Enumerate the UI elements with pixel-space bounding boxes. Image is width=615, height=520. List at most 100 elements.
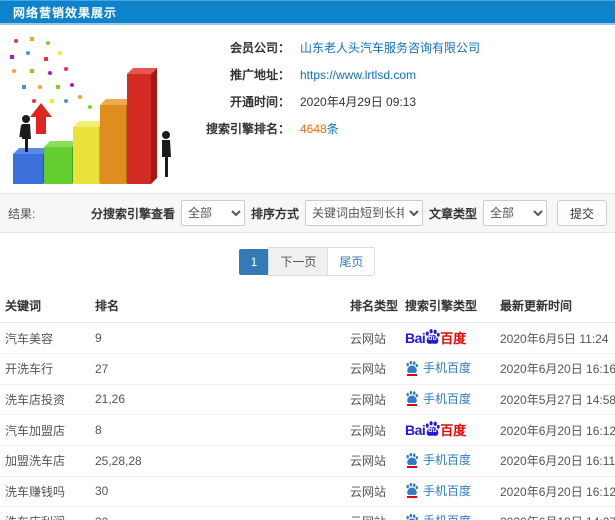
rank-type-cell: 云网站	[345, 506, 400, 520]
rank-type-cell: 云网站	[345, 414, 400, 446]
baidu-mobile-label: 手机百度	[423, 361, 472, 375]
sort-filter-select[interactable]: 关键词由短到长排序	[304, 200, 423, 226]
page-header: 网络营销效果展示	[0, 0, 615, 25]
engine-type-cell: 手机百度	[400, 506, 495, 520]
promo-url-label: 推广地址：	[229, 68, 290, 82]
baidu-mobile-paw-icon	[405, 452, 419, 468]
rank-cell: 30	[90, 476, 345, 507]
table-header-row: 关键词 排名 排名类型 搜索引擎类型 最新更新时间	[0, 288, 615, 323]
baidu-mobile-badge: 手机百度	[405, 451, 471, 468]
updated-time-cell: 2020年6月20日 16:12	[495, 414, 615, 446]
open-time-value: 2020年4月29日 09:13	[300, 95, 417, 109]
baidu-logo: Bai du 百度	[405, 420, 467, 438]
table-row: 汽车美容 9 云网站 Bai du 百度 2020年6月5日 11:24	[0, 322, 615, 354]
baidu-mobile-paw-icon	[405, 390, 419, 406]
rank-type-cell: 云网站	[345, 322, 400, 354]
engine-filter-label: 分搜索引擎查看	[90, 206, 175, 221]
rank-cell: 30	[90, 506, 345, 520]
rank-cell: 9	[90, 322, 345, 354]
baidu-mobile-label: 手机百度	[423, 483, 472, 498]
rank-cell: 21,26	[90, 384, 345, 415]
engine-type-cell: 手机百度	[400, 353, 495, 385]
type-filter-select[interactable]: 全部	[482, 200, 547, 226]
member-info: 会员公司： 山东老人头汽车服务咨询有限公司 推广地址： https://www.…	[182, 25, 615, 147]
keyword-cell: 汽车美容	[0, 322, 90, 354]
keyword-cell: 加盟洗车店	[0, 445, 90, 477]
submit-button[interactable]: 提交	[556, 200, 607, 226]
rank-type-cell: 云网站	[345, 445, 400, 477]
baidu-mobile-badge: 手机百度	[405, 390, 471, 407]
next-page-button[interactable]: 下一页	[268, 247, 329, 276]
rank-type-cell: 云网站	[345, 384, 400, 415]
result-label: 结果:	[8, 206, 36, 221]
member-company-row: 会员公司： 山东老人头汽车服务咨询有限公司	[182, 39, 615, 66]
engine-rank-value: 4648条	[300, 120, 339, 137]
table-row: 开洗车行 27 云网站 手机百度 2020年6月20日 16:16	[0, 353, 615, 385]
baidu-logo: Bai du 百度	[405, 328, 467, 346]
baidu-mobile-label: 手机百度	[423, 453, 472, 467]
page-title: 网络营销效果展示	[13, 5, 118, 20]
rank-count: 4648	[300, 122, 327, 136]
pagination: 1 下一页 尾页	[0, 233, 615, 288]
rank-type-cell: 云网站	[345, 476, 400, 507]
header-engine-type: 搜索引擎类型	[400, 288, 495, 323]
baidu-mobile-badge: 手机百度	[405, 359, 471, 376]
table-row: 汽车加盟店 8 云网站 Bai du 百度 2020年6月20日 16:12	[0, 414, 615, 446]
promo-url-link[interactable]: https://www.lrtlsd.com	[300, 68, 416, 82]
filter-controls: 分搜索引擎查看 全部 排序方式 关键词由短到长排序 文章类型 全部 提交	[91, 200, 607, 226]
table-row: 洗车店投资 21,26 云网站 手机百度 2020年5月27日 14:58	[0, 384, 615, 415]
filter-bar: 结果: 分搜索引擎查看 全部 排序方式 关键词由短到长排序 文章类型 全部 提交	[0, 193, 615, 233]
header-rank: 排名	[90, 288, 345, 323]
engine-type-cell: 手机百度	[400, 445, 495, 477]
open-time-row: 开通时间： 2020年4月29日 09:13	[182, 93, 615, 120]
last-page-button[interactable]: 尾页	[327, 247, 376, 276]
baidu-paw-icon: du	[424, 420, 441, 437]
updated-time-cell: 2020年6月20日 16:11	[495, 445, 615, 477]
keyword-cell: 洗车赚钱吗	[0, 476, 90, 507]
table-row: 洗车店利润30云网站 手机百度 2020年6月18日 14:27	[0, 506, 615, 520]
page-1-button[interactable]: 1	[238, 248, 270, 275]
baidu-paw-icon: du	[424, 328, 441, 345]
keyword-cell: 汽车加盟店	[0, 414, 90, 446]
rank-cell: 8	[90, 414, 345, 446]
baidu-mobile-paw-icon	[405, 513, 419, 520]
header-rank-type: 排名类型	[345, 288, 400, 323]
engine-type-cell: Bai du 百度	[400, 322, 495, 354]
keyword-cell: 洗车店投资	[0, 384, 90, 415]
open-time-label: 开通时间：	[229, 95, 290, 109]
baidu-mobile-label: 手机百度	[423, 512, 471, 520]
updated-time-cell: 2020年6月18日 14:27	[495, 506, 615, 520]
table-row: 加盟洗车店 25,28,28 云网站 手机百度 2020年6月20日 16:11	[0, 445, 615, 477]
baidu-mobile-paw-icon	[405, 482, 419, 498]
engine-rank-label: 搜索引擎排名：	[205, 122, 290, 136]
engine-rank-row: 搜索引擎排名： 4648条	[182, 120, 615, 147]
table-row: 洗车赚钱吗 30 云网站 手机百度 2020年6月20日 16:12	[0, 476, 615, 507]
baidu-mobile-badge: 手机百度	[405, 512, 471, 520]
engine-type-cell: 手机百度	[400, 384, 495, 415]
keyword-cell: 开洗车行	[0, 353, 90, 385]
engine-filter-select[interactable]: 全部	[180, 200, 245, 226]
baidu-mobile-badge: 手机百度	[405, 482, 471, 499]
updated-time-cell: 2020年6月5日 11:24	[495, 322, 615, 354]
member-company-link[interactable]: 山东老人头汽车服务咨询有限公司	[300, 39, 480, 56]
engine-type-cell: Bai du 百度	[400, 414, 495, 446]
sort-filter-label: 排序方式	[250, 206, 299, 221]
header-keyword: 关键词	[0, 288, 90, 323]
growth-chart-illustration	[10, 37, 171, 184]
type-filter-label: 文章类型	[428, 206, 477, 221]
header-updated: 最新更新时间	[495, 288, 615, 323]
rank-cell: 27	[90, 353, 345, 385]
updated-time-cell: 2020年6月20日 16:16	[495, 353, 615, 385]
keyword-rank-table: 关键词 排名 排名类型 搜索引擎类型 最新更新时间 汽车美容 9 云网站 Bai du 百…	[0, 288, 615, 520]
engine-type-cell: 手机百度	[400, 476, 495, 507]
member-summary-section: 会员公司： 山东老人头汽车服务咨询有限公司 推广地址： https://www.…	[0, 25, 615, 193]
up-arrow-icon	[30, 103, 52, 134]
keyword-cell: 洗车店利润	[0, 506, 90, 520]
rank-cell: 25,28,28	[90, 445, 345, 477]
rank-type-cell: 云网站	[345, 353, 400, 385]
updated-time-cell: 2020年5月27日 14:58	[495, 384, 615, 415]
promo-url-row: 推广地址： https://www.lrtlsd.com	[182, 66, 615, 93]
updated-time-cell: 2020年6月20日 16:12	[495, 476, 615, 507]
baidu-mobile-label: 手机百度	[423, 391, 472, 406]
member-company-label: 会员公司：	[229, 41, 290, 55]
